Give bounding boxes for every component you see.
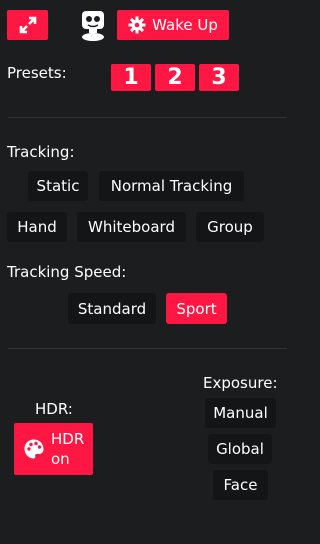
tracking-speed-label: Tracking Speed: (7, 263, 127, 281)
preset-1-button[interactable]: 1 (111, 64, 151, 91)
preset-3-button[interactable]: 3 (199, 64, 239, 91)
divider (8, 117, 287, 118)
tracking-hand-button[interactable]: Hand (7, 212, 67, 242)
tracking-whiteboard-button[interactable]: Whiteboard (77, 212, 186, 242)
preset-2-button[interactable]: 2 (155, 64, 195, 91)
fullscreen-button[interactable] (7, 10, 48, 40)
hdr-label: HDR: (35, 400, 73, 418)
tracking-static-button[interactable]: Static (28, 171, 88, 201)
wake-up-button[interactable]: Wake Up (117, 10, 229, 40)
speed-sport-button[interactable]: Sport (166, 293, 227, 324)
exposure-label: Exposure: (203, 374, 278, 392)
exposure-manual-button[interactable]: Manual (205, 398, 276, 428)
tracking-normal-button[interactable]: Normal Tracking (99, 171, 244, 201)
divider (8, 348, 287, 349)
tracking-label: Tracking: (7, 143, 75, 161)
gear-icon (128, 16, 146, 34)
robot-camera-icon (78, 9, 108, 41)
palette-icon (23, 438, 45, 460)
hdr-button-label-line2: on (51, 450, 70, 468)
presets-label: Presets: (7, 64, 67, 82)
expand-arrows-icon (19, 16, 36, 34)
hdr-toggle-button[interactable]: HDR on (14, 423, 93, 475)
tracking-group-button[interactable]: Group (196, 212, 264, 242)
hdr-button-label-line1: HDR (51, 430, 85, 448)
wake-up-label: Wake Up (152, 16, 218, 34)
speed-standard-button[interactable]: Standard (68, 293, 156, 324)
exposure-face-button[interactable]: Face (213, 470, 268, 500)
exposure-global-button[interactable]: Global (208, 434, 272, 464)
